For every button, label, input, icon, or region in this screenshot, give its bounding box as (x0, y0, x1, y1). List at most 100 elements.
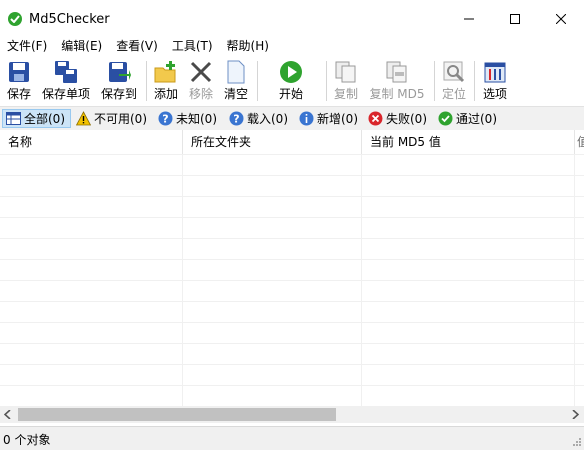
column-partial[interactable]: 值 (575, 130, 584, 154)
grid-column-line (182, 154, 183, 406)
grid-line (0, 322, 584, 323)
clear-button[interactable]: 清空 (221, 57, 251, 103)
close-button[interactable] (538, 0, 584, 38)
maximize-icon (510, 14, 520, 24)
status-object-count: 0 个对象 (3, 433, 51, 447)
filter-loaded[interactable]: ? 载入(0) (226, 109, 288, 128)
scroll-right-arrow-icon[interactable] (571, 410, 579, 419)
file-list[interactable]: 名称 所在文件夹 当前 MD5 值 值 (0, 130, 584, 406)
grid-column-line (361, 154, 362, 406)
menu-bar: 文件(F) 编辑(E) 查看(V) 工具(T) 帮助(H) (0, 38, 584, 56)
locate-label: 定位 (441, 87, 466, 101)
error-x-icon (368, 111, 383, 126)
locate-button[interactable]: 定位 (438, 57, 470, 103)
locate-magnifier-icon (443, 61, 465, 83)
save-button[interactable]: 保存 (2, 57, 36, 103)
start-label: 开始 (278, 87, 303, 101)
question-icon: ? (158, 111, 173, 126)
column-name[interactable]: 名称 (0, 130, 183, 154)
filter-all[interactable]: 全部(0) (2, 109, 71, 128)
play-icon (280, 61, 302, 83)
menu-file[interactable]: 文件(F) (0, 38, 54, 56)
info-icon (299, 111, 314, 126)
minimize-button[interactable] (446, 0, 492, 38)
grid-line (0, 280, 584, 281)
toolbar-separator (474, 61, 475, 101)
column-current-md5[interactable]: 当前 MD5 值 (362, 130, 575, 154)
filter-unavailable[interactable]: 不可用(0) (73, 109, 147, 128)
close-icon (556, 14, 566, 24)
filter-new[interactable]: 新增(0) (296, 109, 358, 128)
grid-line (0, 217, 584, 218)
check-icon (438, 111, 453, 126)
minimize-icon (464, 18, 474, 20)
filter-passed[interactable]: 通过(0) (435, 109, 497, 128)
filter-failed[interactable]: 失败(0) (365, 109, 427, 128)
save-to-button[interactable]: 保存到 (98, 57, 140, 103)
grid-column-line (574, 154, 575, 406)
filter-loaded-label: 载入(0) (247, 112, 288, 126)
add-label: 添加 (153, 87, 178, 101)
grid-line (0, 238, 584, 239)
grid-line (0, 259, 584, 260)
table-icon (6, 112, 21, 125)
grid-line (0, 196, 584, 197)
save-single-label: 保存单项 (41, 87, 90, 101)
column-folder[interactable]: 所在文件夹 (183, 130, 362, 154)
save-label: 保存 (6, 87, 31, 101)
floppy-disk-icon (9, 62, 29, 82)
horizontal-scrollbar[interactable] (0, 406, 584, 423)
grid-line (0, 364, 584, 365)
header-divider (0, 154, 584, 155)
menu-help[interactable]: 帮助(H) (220, 38, 276, 56)
scrollbar-thumb[interactable] (18, 408, 336, 421)
grid-line (0, 301, 584, 302)
remove-label: 移除 (188, 87, 213, 101)
options-button[interactable]: 选项 (479, 57, 511, 103)
clear-label: 清空 (223, 87, 248, 101)
grid-line (0, 385, 584, 386)
maximize-button[interactable] (492, 0, 538, 38)
scroll-left-arrow-icon[interactable] (4, 410, 12, 419)
svg-text:?: ? (162, 113, 168, 126)
copy-button[interactable]: 复制 (330, 57, 362, 103)
filter-new-label: 新增(0) (317, 112, 358, 126)
svg-text:?: ? (233, 113, 239, 126)
toolbar: 保存 保存单项 保存到 添加 移除 清空 开始 复制 复制 MD5 定位 选项 (0, 57, 584, 104)
save-to-label: 保存到 (100, 87, 137, 101)
window-title: Md5Checker (29, 12, 110, 27)
save-single-icon (55, 61, 77, 83)
remove-button[interactable]: 移除 (185, 57, 217, 103)
copy-md5-button[interactable]: 复制 MD5 (366, 57, 428, 103)
resize-grip-icon[interactable] (572, 437, 582, 447)
filter-unavailable-label: 不可用(0) (94, 112, 147, 126)
remove-x-icon (190, 61, 212, 83)
toolbar-separator (326, 61, 327, 101)
options-settings-icon (484, 62, 506, 83)
grid-line (0, 343, 584, 344)
toolbar-separator (257, 61, 258, 101)
copy-md5-icon (386, 61, 407, 83)
add-folder-icon (154, 61, 176, 83)
start-button[interactable]: 开始 (271, 57, 311, 103)
title-bar: Md5Checker (0, 0, 584, 38)
menu-tools[interactable]: 工具(T) (165, 38, 220, 56)
add-button[interactable]: 添加 (150, 57, 182, 103)
save-to-icon (109, 62, 131, 82)
blank-page-icon (227, 60, 245, 84)
filter-all-label: 全部(0) (24, 112, 65, 126)
toolbar-separator (146, 61, 147, 101)
menu-edit[interactable]: 编辑(E) (54, 38, 109, 56)
question-loaded-icon: ? (229, 111, 244, 126)
copy-icon (335, 61, 356, 83)
filter-passed-label: 通过(0) (456, 112, 497, 126)
status-bar: 0 个对象 (0, 426, 584, 450)
menu-view[interactable]: 查看(V) (109, 38, 165, 56)
copy-md5-label: 复制 MD5 (369, 87, 425, 101)
options-label: 选项 (482, 87, 507, 101)
save-single-button[interactable]: 保存单项 (39, 57, 93, 103)
warning-icon (76, 111, 91, 126)
app-check-icon (8, 12, 22, 26)
filter-bar: 全部(0) 不可用(0) ? 未知(0) ? 载入(0) 新增(0) 失败(0) (0, 106, 584, 131)
filter-unknown[interactable]: ? 未知(0) (155, 109, 217, 128)
